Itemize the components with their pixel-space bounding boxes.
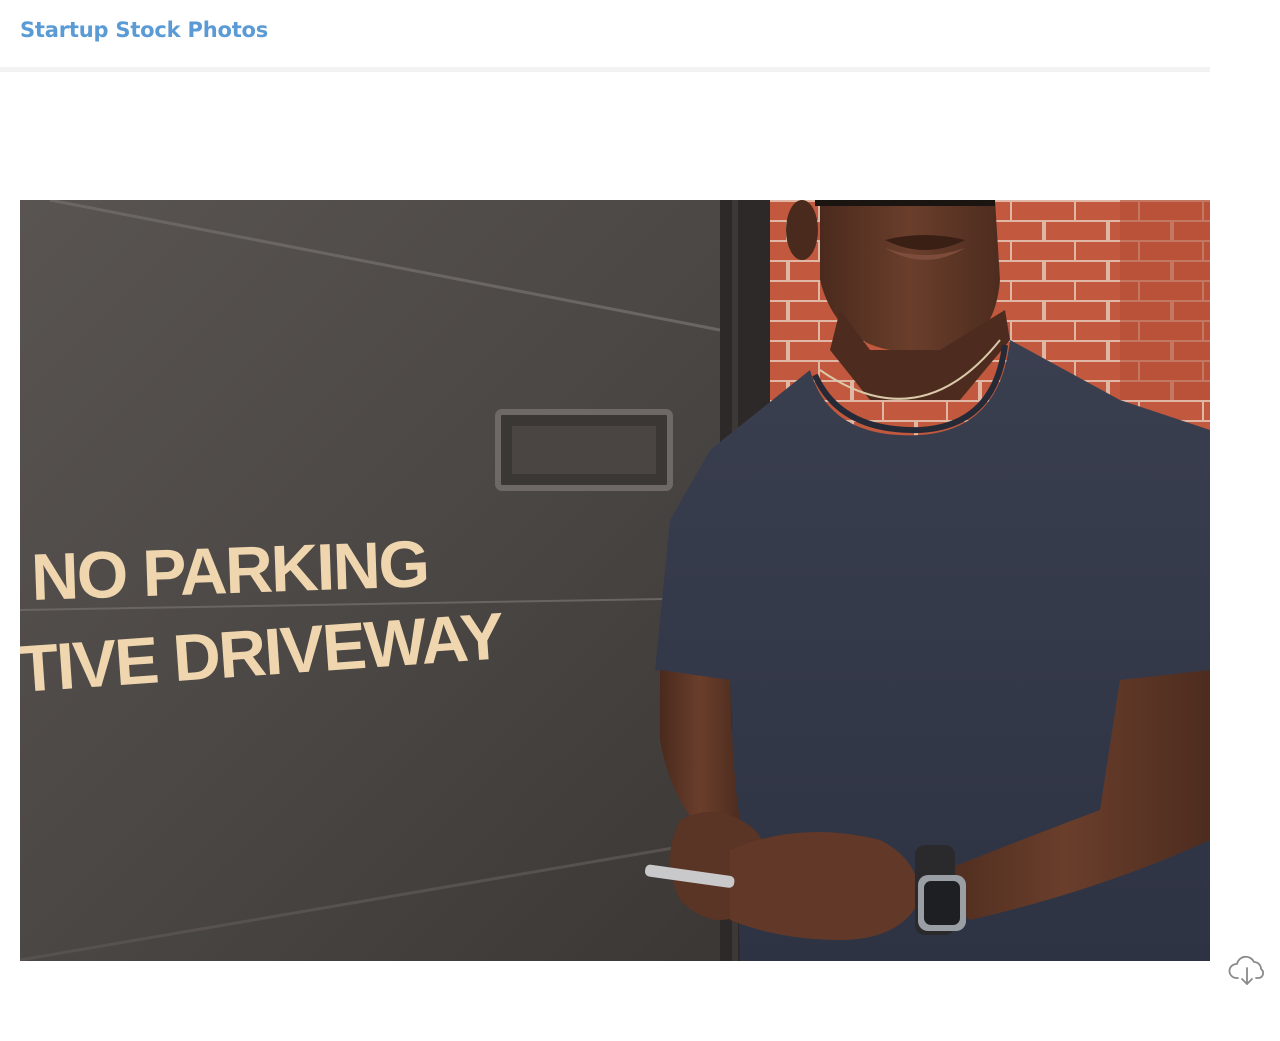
cloud-download-icon <box>1228 955 1264 985</box>
download-button[interactable] <box>1228 950 1268 990</box>
sign-line-1: NO PARKING <box>30 526 429 614</box>
stock-photo[interactable]: NO PARKING TIVE DRIVEWAY <box>20 200 1210 961</box>
site-header: Startup Stock Photos <box>0 0 1210 72</box>
photo-image: NO PARKING TIVE DRIVEWAY <box>20 200 1210 961</box>
site-logo-link[interactable]: Startup Stock Photos <box>20 17 268 43</box>
